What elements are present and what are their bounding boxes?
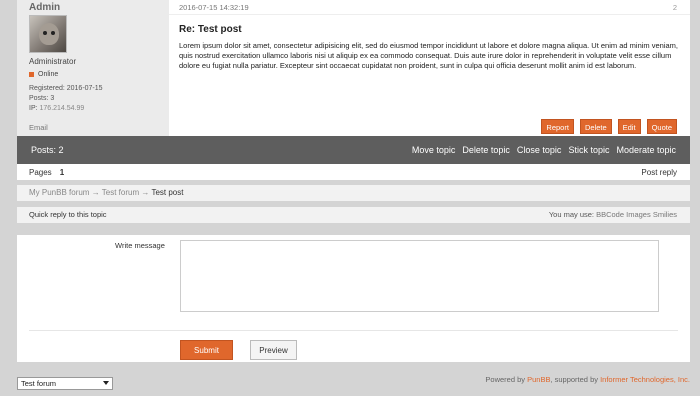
stick-topic-link[interactable]: Stick topic bbox=[568, 145, 609, 155]
submit-button[interactable]: Submit bbox=[180, 340, 233, 360]
you-may-use-label: You may use: bbox=[548, 210, 594, 219]
online-status: Online bbox=[29, 71, 169, 78]
images-link[interactable]: Images bbox=[626, 210, 651, 219]
delete-button[interactable]: Delete bbox=[579, 119, 612, 134]
breadcrumb-forum[interactable]: My PunBB forum bbox=[29, 188, 89, 197]
ip-row: IP: 176.214.54.99 bbox=[29, 104, 169, 114]
smilies-link[interactable]: Smilies bbox=[653, 210, 677, 219]
online-indicator-icon bbox=[29, 72, 34, 77]
breadcrumb-subforum[interactable]: Test forum bbox=[102, 188, 139, 197]
ip-address[interactable]: 176.214.54.99 bbox=[40, 105, 85, 112]
user-title: Administrator bbox=[29, 57, 77, 66]
report-button[interactable]: Report bbox=[541, 119, 574, 134]
post-content-panel: 2016-07-15 14:32:19 2 Re: Test post Lore… bbox=[169, 0, 690, 136]
preview-button[interactable]: Preview bbox=[250, 340, 297, 360]
move-topic-link[interactable]: Move topic bbox=[412, 145, 456, 155]
forum-jump-select[interactable]: Test forum bbox=[17, 377, 113, 390]
email-link[interactable]: Email bbox=[29, 123, 48, 132]
divider bbox=[169, 14, 690, 15]
message-textarea[interactable] bbox=[180, 240, 659, 312]
breadcrumb-separator: → bbox=[91, 188, 100, 197]
quick-reply-header: Quick reply to this topic You may use: B… bbox=[17, 207, 690, 223]
divider bbox=[29, 330, 678, 331]
post-actions: Report Delete Edit Quote bbox=[541, 119, 677, 134]
punbb-link[interactable]: PunBB bbox=[527, 375, 550, 384]
avatar-eye-right bbox=[51, 31, 55, 35]
forum-jump-value: Test forum bbox=[21, 379, 57, 388]
pages-label: Pages bbox=[29, 168, 52, 177]
online-status-label: Online bbox=[38, 71, 59, 78]
post: Admin Administrator Online Registered: 2… bbox=[17, 0, 690, 136]
close-topic-link[interactable]: Close topic bbox=[517, 145, 562, 155]
write-message-label: Write message bbox=[115, 241, 165, 250]
quick-reply-form: Write message Submit Preview bbox=[17, 235, 690, 362]
quick-reply-title: Quick reply to this topic bbox=[29, 210, 107, 219]
topic-moderation-bar: Posts: 2 Move topic Delete topic Close t… bbox=[17, 136, 690, 164]
breadcrumb: My PunBB forum → Test forum → Test post bbox=[17, 185, 690, 201]
informer-link[interactable]: Informer Technologies, Inc. bbox=[600, 375, 690, 384]
pagination: Pages 1 bbox=[29, 168, 64, 177]
breadcrumb-topic: Test post bbox=[151, 188, 184, 197]
bbcode-link[interactable]: BBCode bbox=[596, 210, 624, 219]
supported-by-label: , supported by bbox=[550, 375, 598, 384]
post-author-panel: Admin Administrator Online Registered: 2… bbox=[17, 0, 169, 136]
registered-date: Registered: 2016-07-15 bbox=[29, 85, 103, 92]
post-number[interactable]: 2 bbox=[673, 3, 677, 12]
moderation-actions: Move topic Delete topic Close topic Stic… bbox=[412, 145, 676, 155]
pagination-bar: Pages 1 Post reply bbox=[17, 164, 690, 180]
avatar-face bbox=[39, 23, 59, 45]
post-date[interactable]: 2016-07-15 14:32:19 bbox=[179, 3, 249, 12]
user-info: Registered: 2016-07-15 Posts: 3 IP: 176.… bbox=[29, 84, 169, 114]
post-title: Re: Test post bbox=[179, 24, 242, 35]
edit-button[interactable]: Edit bbox=[617, 119, 641, 134]
powered-by-label: Powered by bbox=[485, 375, 525, 384]
post-username[interactable]: Admin bbox=[29, 2, 169, 13]
post-body: Lorem ipsum dolor sit amet, consectetur … bbox=[179, 41, 678, 70]
ip-label: IP: bbox=[29, 105, 38, 112]
current-page: 1 bbox=[59, 168, 65, 177]
topic-post-count: Posts: 2 bbox=[31, 145, 64, 155]
post-reply-link[interactable]: Post reply bbox=[641, 168, 677, 177]
avatar bbox=[29, 15, 67, 53]
footer-credits: Powered by PunBB, supported by Informer … bbox=[485, 375, 690, 384]
breadcrumb-separator: → bbox=[141, 188, 150, 197]
avatar-eye-left bbox=[43, 31, 47, 35]
chevron-down-icon bbox=[103, 381, 109, 385]
quote-button[interactable]: Quote bbox=[646, 119, 677, 134]
post-count: Posts: 3 bbox=[29, 95, 55, 102]
you-may-use: You may use: BBCode Images Smilies bbox=[549, 210, 677, 219]
delete-topic-link[interactable]: Delete topic bbox=[462, 145, 510, 155]
moderate-topic-link[interactable]: Moderate topic bbox=[616, 145, 676, 155]
